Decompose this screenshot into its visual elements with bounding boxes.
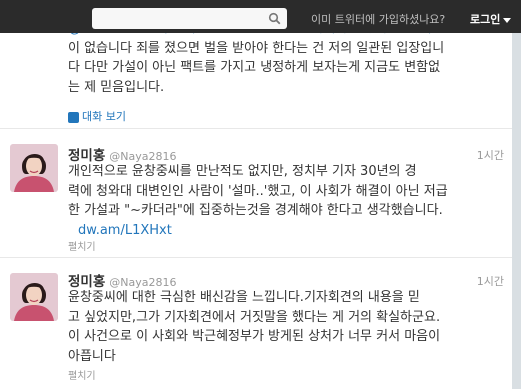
login-label: 로그인 (470, 13, 501, 26)
tweet-link-label[interactable]: dw.am/L1XHxt (78, 223, 172, 238)
expand-action[interactable]: 펼치기 (68, 238, 96, 253)
tweet-text-line: 이 사건으로 이 사회와 박근혜정부가 방게된 상처가 너무 커서 마음이 (68, 329, 441, 344)
tweet-text-line: 아픕니다 (68, 348, 116, 364)
tweet-text-line: 한 가설과 "~카더라"에 집중하는것을 경계해야 한다고 생각했습니다. (68, 203, 443, 218)
tweet-text-line: 다 다만 가설이 아닌 팩트를 가지고 냉정하게 보자는게 지금도 변함없 (68, 60, 441, 75)
top-bar: 이미 트위터에 가입하셨나요? 로그인 (0, 0, 521, 33)
avatar[interactable] (10, 144, 58, 192)
tweet-link[interactable]: dw.am/L1XHxt (68, 221, 508, 241)
tweet-text: 윤창중씨에 대한 극심한 배신감을 느낍니다.기자회견의 내용을 믿 고 싶었지… (68, 288, 508, 366)
tweet-author[interactable]: 정미홍 @Naya2816 (68, 144, 176, 164)
view-conversation-label: 대화 보기 (82, 110, 126, 123)
tweet-text-line: 윤창중씨에 대한 극심한 배신감을 느낍니다.기자회견의 내용을 믿 (68, 290, 420, 305)
tweet-text-line: 력에 청와대 대변인인 사람이 '설마..'했고, 이 사회가 해결이 아닌 저… (68, 183, 448, 199)
signup-prompt: 이미 트위터에 가입하셨나요? (311, 13, 446, 26)
tweet-text: @ksc6255 전 개인 적으로 윤창중씨를 옹호하거나 말했다고 한 적 이… (68, 21, 508, 97)
tweet-text: 개인적으로 윤창중씨를 만난적도 없지만, 정치부 기자 30년의 경 력에 청… (68, 162, 508, 240)
tweet-text-line: 개인적으로 윤창중씨를 만난적도 없지만, 정치부 기자 30년의 경 (68, 164, 417, 179)
tweet-text-line: 는 제 믿음입니다. (68, 79, 165, 95)
login-button[interactable]: 로그인 (470, 11, 512, 27)
search-input[interactable] (92, 8, 287, 29)
timeline-panel: @ksc6255 전 개인 적으로 윤창중씨를 옹호하거나 말했다고 한 적 이… (0, 0, 512, 389)
conversation-icon (68, 111, 79, 123)
scrollbar[interactable] (512, 33, 521, 389)
tweet-item[interactable]: 정미홍 @Naya2816 1시간 윤창중씨에 대한 극심한 배신감을 느낍니다.… (0, 258, 512, 389)
tweet-text-line: 고 싶었지만,그가 기자회견에서 거짓말을 했다는 게 거의 확실하군요. (68, 309, 441, 325)
tweet-item[interactable]: 정미홍 @Naya2816 1시간 개인적으로 윤창중씨를 만난적도 없지만, 정… (0, 129, 512, 258)
tweet-text-line: 이 없습니다 죄를 졌으면 벌을 받아야 한다는 건 저의 일관된 입장입니 (68, 40, 445, 56)
search-icon[interactable] (268, 12, 281, 25)
avatar[interactable] (10, 273, 58, 321)
chevron-down-icon (503, 17, 512, 23)
tweet-timestamp[interactable]: 1시간 (477, 273, 504, 289)
view-conversation-link[interactable]: 대화 보기 (68, 108, 126, 124)
tweet-author[interactable]: 정미홍 @Naya2816 (68, 270, 176, 290)
tweet-timestamp[interactable]: 1시간 (477, 147, 504, 163)
expand-action[interactable]: 펼치기 (68, 367, 96, 382)
